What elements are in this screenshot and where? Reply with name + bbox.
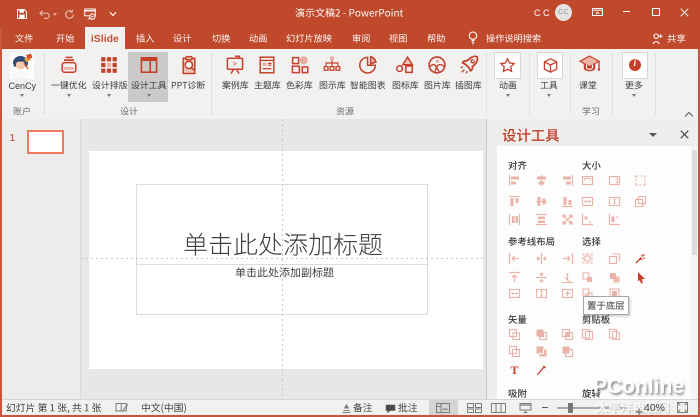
svg-text:T: T (510, 363, 518, 376)
